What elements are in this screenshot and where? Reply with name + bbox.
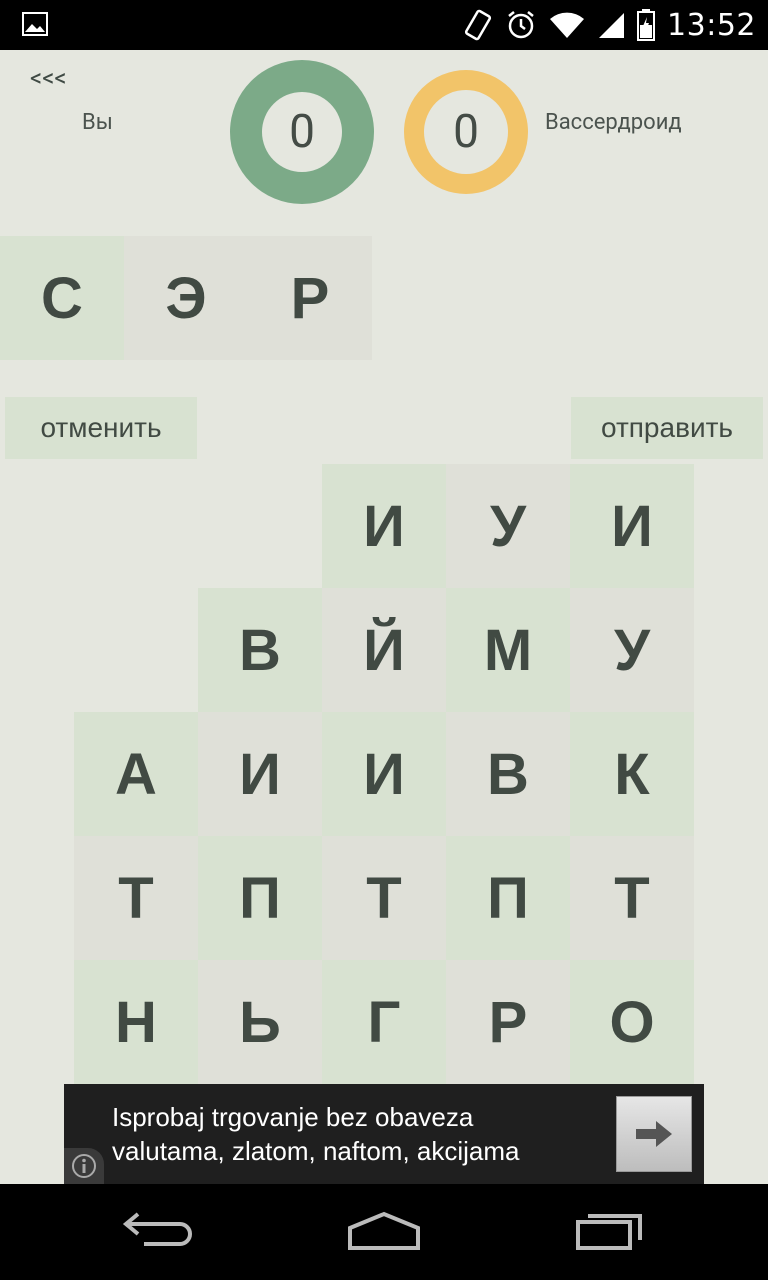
word-letter[interactable]: Р [248,236,372,360]
board-tile[interactable]: У [570,588,694,712]
back-button[interactable]: <<< [30,64,67,92]
recent-apps-icon [576,1214,642,1250]
ad-banner[interactable]: Isprobaj trgovanje bez obaveza valutama,… [64,1084,704,1184]
status-bar: 13:52 [0,0,768,50]
nav-back-button[interactable] [122,1208,196,1252]
signal-icon [599,13,625,38]
opponent-score-ring: 0 [404,70,528,194]
battery-icon [637,9,656,41]
board-tile[interactable]: И [322,712,446,836]
send-button[interactable]: отправить [571,397,763,459]
ad-line-1: Isprobaj trgovanje bez obaveza [112,1102,474,1132]
board-tile[interactable]: Т [322,836,446,960]
board-tile[interactable]: Т [570,836,694,960]
nav-recents-button[interactable] [574,1208,648,1256]
board-tile[interactable]: О [570,960,694,1084]
opponent-score: 0 [424,90,508,174]
board-tile[interactable]: В [446,712,570,836]
word-letter[interactable]: Э [124,236,248,360]
you-score-ring: 0 [230,60,374,204]
arrow-right-icon [636,1121,672,1147]
navigation-bar [0,1184,768,1280]
board-tile[interactable]: П [446,836,570,960]
player-opponent-label: Вассердроид [545,110,682,135]
ad-line-2: valutama, zlatom, naftom, akcijama [112,1136,520,1166]
wifi-icon [550,12,585,38]
vibrate-icon [464,9,492,41]
alarm-icon [508,11,534,39]
board-tile[interactable]: В [198,588,322,712]
nav-home-button[interactable] [346,1208,422,1256]
board-tile[interactable]: Р [446,960,570,1084]
back-icon [122,1212,192,1246]
clock: 13:52 [667,7,756,43]
ad-info-button[interactable] [64,1148,104,1184]
player-you-label: Вы [82,110,113,135]
board-tile[interactable]: К [570,712,694,836]
gallery-icon [22,12,48,36]
board-tile[interactable]: И [198,712,322,836]
board-tile[interactable]: М [446,588,570,712]
ad-text: Isprobaj trgovanje bez obaveza valutama,… [112,1100,520,1168]
board-tile[interactable]: И [322,464,446,588]
info-icon [72,1154,96,1178]
board-tile[interactable]: А [74,712,198,836]
board-tile[interactable]: Н [74,960,198,1084]
board-tile[interactable]: И [570,464,694,588]
board-tile[interactable]: Ь [198,960,322,1084]
word-letter[interactable]: С [0,236,124,360]
board-tile[interactable]: П [198,836,322,960]
board-tile[interactable]: Г [322,960,446,1084]
you-score: 0 [262,92,342,172]
ad-arrow-button[interactable] [616,1096,692,1172]
board-tile[interactable]: Т [74,836,198,960]
board-tile[interactable]: Й [322,588,446,712]
home-icon [348,1211,420,1250]
board-tile[interactable]: У [446,464,570,588]
cancel-button[interactable]: отменить [5,397,197,459]
